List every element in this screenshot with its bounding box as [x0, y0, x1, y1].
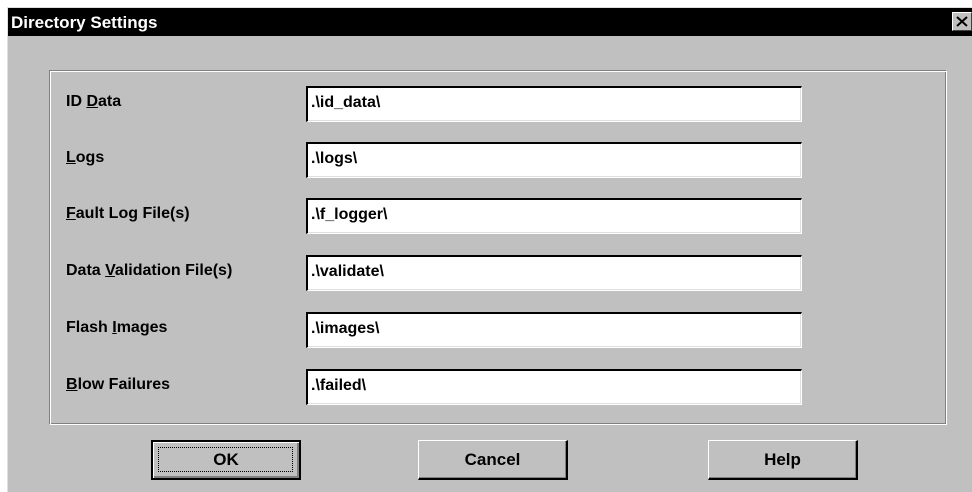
mnemonic-d: D	[86, 93, 99, 110]
id-data-input[interactable]: .\id_data\	[306, 86, 802, 122]
cancel-button-label: Cancel	[464, 449, 521, 469]
close-button[interactable]	[952, 12, 972, 31]
mnemonic-f: F	[66, 205, 76, 222]
cancel-button[interactable]: Cancel	[418, 440, 568, 480]
title-bar[interactable]: Directory Settings	[8, 8, 972, 36]
blow-failures-input[interactable]: .\failed\	[306, 369, 802, 405]
id-data-label: ID Data	[66, 93, 122, 110]
data-validation-files-input[interactable]: .\validate\	[306, 255, 802, 291]
mnemonic-l: L	[66, 149, 76, 166]
mnemonic-v: V	[105, 262, 115, 279]
ok-button-label: OK	[213, 450, 239, 469]
blow-failures-label: Blow Failures	[66, 376, 171, 393]
directory-settings-dialog: Directory Settings ID Data .\id_data\ Lo…	[7, 7, 972, 492]
help-button[interactable]: Help	[708, 440, 858, 480]
fault-log-files-label: Fault Log File(s)	[66, 205, 190, 222]
flash-images-input[interactable]: .\images\	[306, 312, 802, 348]
logs-label: Logs	[66, 149, 105, 166]
logs-input[interactable]: .\logs\	[306, 142, 802, 178]
flash-images-label: Flash Images	[66, 319, 168, 336]
fault-log-files-input[interactable]: .\f_logger\	[306, 198, 802, 234]
close-icon	[956, 16, 968, 27]
window-title: Directory Settings	[11, 13, 158, 32]
mnemonic-b: B	[66, 376, 78, 393]
data-validation-files-label: Data Validation File(s)	[66, 262, 233, 279]
help-button-label: Help	[764, 449, 801, 469]
ok-button[interactable]: OK	[151, 440, 301, 480]
